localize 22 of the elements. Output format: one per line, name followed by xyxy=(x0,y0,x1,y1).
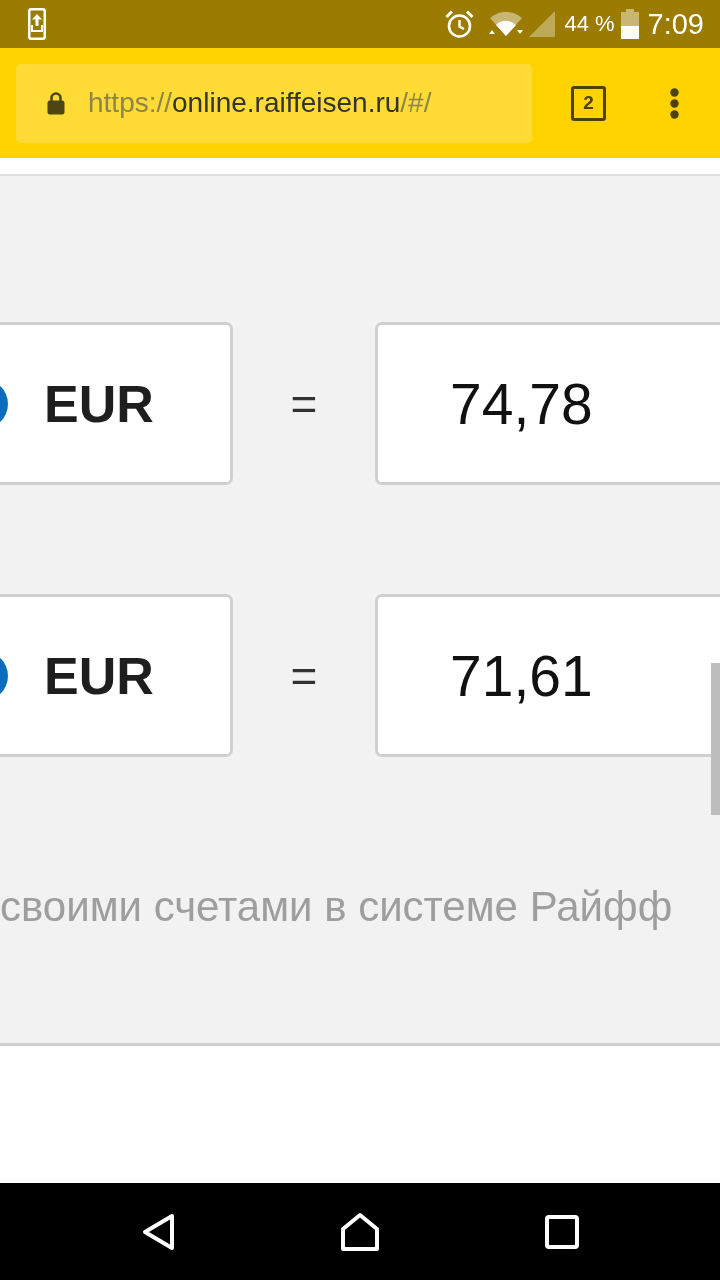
caption-text: своими счетами в системе Райфф xyxy=(0,883,674,931)
back-icon[interactable] xyxy=(141,1212,175,1251)
equals-sign: = xyxy=(289,376,319,431)
currency-selector[interactable]: EUR xyxy=(0,322,233,485)
currency-selector[interactable]: EUR xyxy=(0,594,233,757)
battery-icon xyxy=(620,9,639,39)
tab-switcher-button[interactable]: 2 xyxy=(571,85,606,121)
address-bar[interactable]: https://online.raiffeisen.ru/#/ xyxy=(16,63,532,143)
home-icon[interactable] xyxy=(340,1211,380,1252)
battery-percent: 44 % xyxy=(564,11,615,37)
lock-icon xyxy=(47,91,65,115)
wifi-icon xyxy=(489,11,524,37)
menu-icon[interactable] xyxy=(670,87,679,119)
upload-icon xyxy=(28,8,46,40)
equals-sign: = xyxy=(289,648,319,703)
signal-icon xyxy=(529,11,556,37)
url-text: https://online.raiffeisen.ru/#/ xyxy=(88,87,432,119)
rate-field: 74,78 xyxy=(375,322,720,485)
rate-field: 71,61 xyxy=(375,594,720,757)
recents-icon[interactable] xyxy=(545,1214,579,1249)
alarm-clock-icon xyxy=(445,9,475,39)
clock-time: 7:09 xyxy=(647,7,704,41)
